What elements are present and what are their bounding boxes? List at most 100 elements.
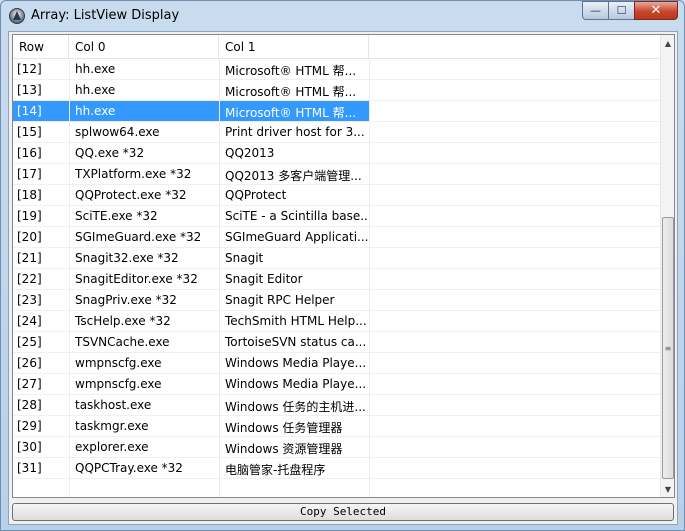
col1-cell: QQ2013 多客户端管理... [225,169,362,183]
column-gridline [69,59,70,497]
window-title: Array: ListView Display [31,8,180,23]
row-cell: [26] [17,356,42,370]
row-cell: [20] [17,230,42,244]
column-gridline [219,59,220,497]
col0-cell: TSVNCache.exe [75,335,170,349]
copy-selected-button[interactable]: Copy Selected [12,503,674,521]
array-listview[interactable]: Row Col 0 Col 1 [12] hh.exe Microsoft® HTM… [12,34,675,498]
row-cell: [22] [17,272,42,286]
row-cell: [29] [17,419,42,433]
col0-cell: SnagPriv.exe *32 [75,293,177,307]
column-header-col1[interactable]: Col 1 [219,35,369,59]
table-row[interactable]: [25] TSVNCache.exe TortoiseSVN status ca..… [13,332,662,353]
minimize-button[interactable]: — [582,1,608,20]
col0-cell: explorer.exe [75,440,149,454]
listview-display-window: Array: ListView Display — ☐ ✕ Row Col 0 … [0,0,685,531]
col0-cell: Snagit32.exe *32 [75,251,179,265]
col0-cell: SnagitEditor.exe *32 [75,272,198,286]
col1-cell: Microsoft® HTML 帮... [219,101,369,121]
col0-cell: hh.exe [75,83,116,97]
close-button[interactable]: ✕ [634,1,678,20]
col1-cell: QQProtect [225,188,287,202]
col0-cell: taskhost.exe [75,398,152,412]
col1-cell: Snagit RPC Helper [225,293,335,307]
col1-cell: Windows 资源管理器 [225,442,343,456]
col0-cell: QQProtect.exe *32 [75,188,187,202]
table-row[interactable]: [13] hh.exe Microsoft® HTML 帮... [13,80,662,101]
column-header-filler [369,35,662,59]
maximize-icon: ☐ [616,4,627,17]
col0-cell: splwow64.exe [75,125,160,139]
col1-cell: Windows 任务的主机进... [225,400,366,414]
row-cell: [17] [17,167,42,181]
row-cell: [24] [17,314,42,328]
table-row[interactable]: [21] Snagit32.exe *32 Snagit [13,248,662,269]
row-cell: [30] [17,440,42,454]
scroll-down-arrow-icon[interactable]: ▼ [661,481,674,497]
table-row[interactable]: [26] wmpnscfg.exe Windows Media Playe... [13,353,662,374]
col0-cell: TXPlatform.exe *32 [75,167,192,181]
maximize-button[interactable]: ☐ [608,1,634,20]
col0-cell: TscHelp.exe *32 [75,314,171,328]
table-row[interactable]: [30] explorer.exe Windows 资源管理器 [13,437,662,458]
table-row[interactable]: [28] taskhost.exe Windows 任务的主机进... [13,395,662,416]
row-cell: [27] [17,377,42,391]
client-area: Row Col 0 Col 1 [12] hh.exe Microsoft® HTM… [8,31,678,525]
row-cell: [21] [17,251,42,265]
listview-header: Row Col 0 Col 1 [13,35,662,59]
col1-cell: Windows Media Playe... [225,356,367,370]
table-row[interactable]: [31] QQPCTray.exe *32 电脑管家-托盘程序 [13,458,662,479]
column-header-row[interactable]: Row [13,35,69,59]
row-cell: [16] [17,146,42,160]
col1-cell: QQ2013 [225,146,275,160]
table-row[interactable]: [23] SnagPriv.exe *32 Snagit RPC Helper [13,290,662,311]
col0-cell: wmpnscfg.exe [75,356,162,370]
autoit-app-icon[interactable] [9,8,25,24]
col0-cell: hh.exe [69,101,219,121]
col1-cell: TortoiseSVN status ca... [225,335,367,349]
table-row[interactable]: [18] QQProtect.exe *32 QQProtect [13,185,662,206]
minimize-icon: — [590,4,601,17]
close-icon: ✕ [650,3,662,18]
col1-cell: Windows Media Playe... [225,377,367,391]
col1-cell: Print driver host for 3... [225,125,365,139]
col0-cell: QQPCTray.exe *32 [75,461,183,475]
table-row[interactable]: [15] splwow64.exe Print driver host for 3.… [13,122,662,143]
col1-cell: Snagit [225,251,264,265]
row-cell: [15] [17,125,42,139]
grip-icon: ≡ [664,343,672,353]
col1-cell: TechSmith HTML Help... [225,314,367,328]
scrollbar-thumb[interactable]: ≡ [662,217,674,479]
column-gridline [369,59,370,497]
scroll-up-arrow-icon[interactable]: ▲ [661,35,674,51]
row-cell: [13] [17,83,42,97]
table-row[interactable]: [16] QQ.exe *32 QQ2013 [13,143,662,164]
col0-cell: hh.exe [75,62,116,76]
table-row[interactable]: [17] TXPlatform.exe *32 QQ2013 多客户端管理... [13,164,662,185]
title-bar[interactable]: Array: ListView Display — ☐ ✕ [1,1,684,31]
table-row[interactable]: [22] SnagitEditor.exe *32 Snagit Editor [13,269,662,290]
row-cell: [25] [17,335,42,349]
table-row[interactable]: [14] hh.exe Microsoft® HTML 帮... [13,101,662,122]
table-row[interactable]: [29] taskmgr.exe Windows 任务管理器 [13,416,662,437]
col1-cell: Snagit Editor [225,272,303,286]
table-row[interactable]: [24] TscHelp.exe *32 TechSmith HTML Help..… [13,311,662,332]
col1-cell: Windows 任务管理器 [225,421,343,435]
col1-cell: 电脑管家-托盘程序 [225,463,326,477]
row-cell: [18] [17,188,42,202]
col1-cell: Microsoft® HTML 帮... [225,64,357,78]
vertical-scrollbar[interactable]: ▲ ≡ ▼ [660,35,674,497]
col0-cell: taskmgr.exe [75,419,149,433]
col0-cell: wmpnscfg.exe [75,377,162,391]
table-row[interactable]: [27] wmpnscfg.exe Windows Media Playe... [13,374,662,395]
col1-cell: SGImeGuard Applicati... [225,230,369,244]
row-cell: [23] [17,293,42,307]
table-row[interactable]: [19] SciTE.exe *32 SciTE - a Scintilla bas… [13,206,662,227]
col1-cell: SciTE - a Scintilla base... [225,209,369,223]
row-cell: [19] [17,209,42,223]
col0-cell: QQ.exe *32 [75,146,145,160]
table-row[interactable]: [12] hh.exe Microsoft® HTML 帮... [13,59,662,80]
table-row[interactable]: [20] SGImeGuard.exe *32 SGImeGuard Applica… [13,227,662,248]
row-cell: [12] [17,62,42,76]
column-header-col0[interactable]: Col 0 [69,35,219,59]
